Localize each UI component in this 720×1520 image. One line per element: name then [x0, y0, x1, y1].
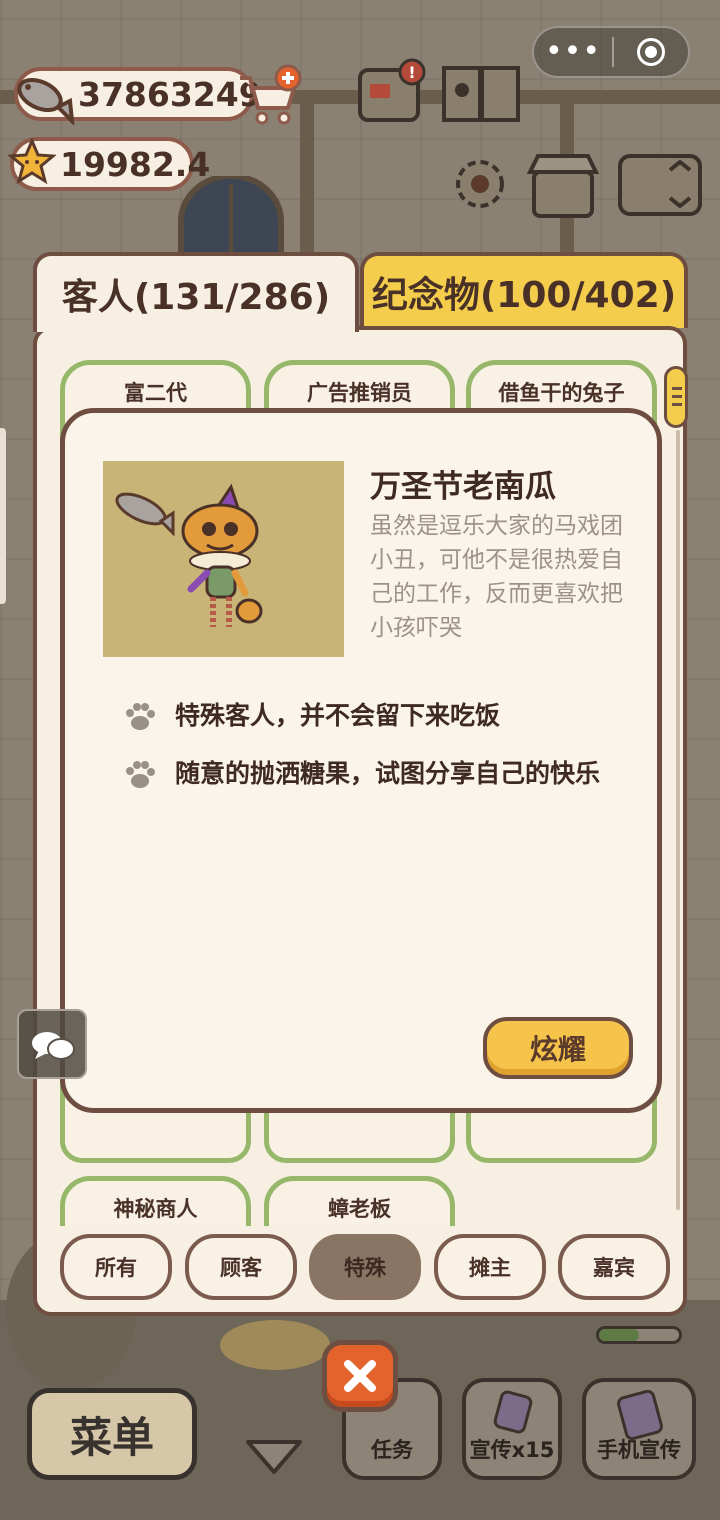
- settings-gear-icon[interactable]: [448, 152, 512, 216]
- chat-button[interactable]: [17, 1009, 87, 1079]
- trait-item: 随意的抛洒糖果，试图分享自己的快乐: [123, 759, 615, 791]
- show-off-button[interactable]: 炫耀: [483, 1017, 633, 1079]
- shop-icon[interactable]: [526, 150, 600, 220]
- flyer-icon: [493, 1390, 533, 1434]
- filter-label: 嘉宾: [593, 1256, 635, 1280]
- guest-card-name: 广告推销员: [307, 381, 412, 405]
- guest-book-icon[interactable]: [440, 60, 522, 126]
- filter-vendors[interactable]: 摊主: [434, 1234, 546, 1300]
- grid-scrollbar-thumb[interactable]: [664, 366, 688, 428]
- menu-button[interactable]: 菜单: [27, 1388, 197, 1480]
- filter-special[interactable]: 特殊: [309, 1234, 421, 1300]
- fish-icon: [115, 492, 175, 537]
- tab-guests[interactable]: 客人(131/286): [33, 252, 359, 332]
- guest-card-name: 富二代: [124, 381, 187, 405]
- svg-text:!: !: [408, 63, 415, 82]
- filter-all[interactable]: 所有: [60, 1234, 172, 1300]
- notice-board-icon[interactable]: !: [356, 58, 436, 128]
- grid-scrollbar-track[interactable]: [676, 430, 680, 1210]
- trait-text: 特殊客人，并不会留下来吃饭: [175, 701, 501, 730]
- phone-promote-button[interactable]: 手机宣传: [582, 1378, 696, 1480]
- promote-progress-fill: [599, 1329, 639, 1341]
- menu-label: 菜单: [69, 1412, 154, 1462]
- shop-cart-button[interactable]: [236, 64, 306, 126]
- tab-souvenirs-label: 纪念物(100/402): [371, 275, 677, 316]
- guest-detail-popup: 万圣节老南瓜 虽然是逗乐大家的马戏团小丑，可他不是很热爱自己的工作，反而更喜欢把…: [60, 408, 662, 1113]
- side-drawer-handle[interactable]: [0, 428, 6, 604]
- filter-guests[interactable]: 嘉宾: [558, 1234, 670, 1300]
- guest-card-name: 借鱼干的兔子: [498, 381, 625, 405]
- layout-toggle-icon[interactable]: [616, 152, 704, 218]
- fish-icon: [17, 77, 75, 125]
- guest-card-name: 蟑老板: [328, 1197, 391, 1221]
- mini-program-capsule: •••: [532, 26, 690, 78]
- filter-label: 摊主: [469, 1256, 511, 1280]
- bg-cushion: [220, 1320, 330, 1370]
- promote-progress-bar: [596, 1326, 682, 1344]
- show-off-label: 炫耀: [529, 1033, 586, 1066]
- close-mini-program-button[interactable]: [614, 38, 688, 66]
- filter-label: 特殊: [344, 1256, 386, 1280]
- guest-portrait: [103, 461, 344, 657]
- pumpkin-character-illustration: [115, 483, 263, 627]
- star-icon: [8, 138, 56, 185]
- filter-label: 顾客: [220, 1256, 262, 1280]
- paw-icon: [126, 761, 155, 788]
- task-label: 任务: [371, 1438, 413, 1462]
- guest-card[interactable]: 蟑老板: [264, 1176, 455, 1226]
- chat-bubbles-icon: [32, 1032, 75, 1060]
- target-icon: [637, 38, 665, 66]
- filter-customers[interactable]: 顾客: [185, 1234, 297, 1300]
- category-filter-bar: 所有 顾客 特殊 摊主 嘉宾: [60, 1234, 672, 1302]
- window-arch: [178, 176, 284, 260]
- paw-icon: [126, 703, 155, 730]
- chevron-down-icon[interactable]: [244, 1438, 304, 1478]
- tab-guests-label: 客人(131/286): [61, 277, 331, 318]
- guest-name-title: 万圣节老南瓜: [370, 469, 556, 505]
- promote-label: 宣传x15: [469, 1438, 555, 1462]
- star-count: 19982.4: [60, 144, 211, 184]
- trait-text: 随意的抛洒糖果，试图分享自己的快乐: [175, 759, 601, 788]
- phone-icon: [617, 1390, 663, 1440]
- guest-card-name: 神秘商人: [113, 1197, 198, 1221]
- fish-count: 37863249: [78, 74, 262, 114]
- guest-card[interactable]: 神秘商人: [60, 1176, 251, 1226]
- guest-description: 虽然是逗乐大家的马戏团小丑，可他不是很热爱自己的工作，反而更喜欢把小孩吓哭: [370, 513, 623, 641]
- filter-label: 所有: [95, 1256, 137, 1280]
- close-button[interactable]: [322, 1340, 398, 1412]
- promote-button[interactable]: 宣传x15: [462, 1378, 562, 1480]
- tab-souvenirs[interactable]: 纪念物(100/402): [360, 252, 688, 328]
- more-menu-button[interactable]: •••: [534, 30, 612, 74]
- trait-item: 特殊客人，并不会留下来吃饭: [123, 701, 615, 733]
- close-icon: [344, 1360, 376, 1392]
